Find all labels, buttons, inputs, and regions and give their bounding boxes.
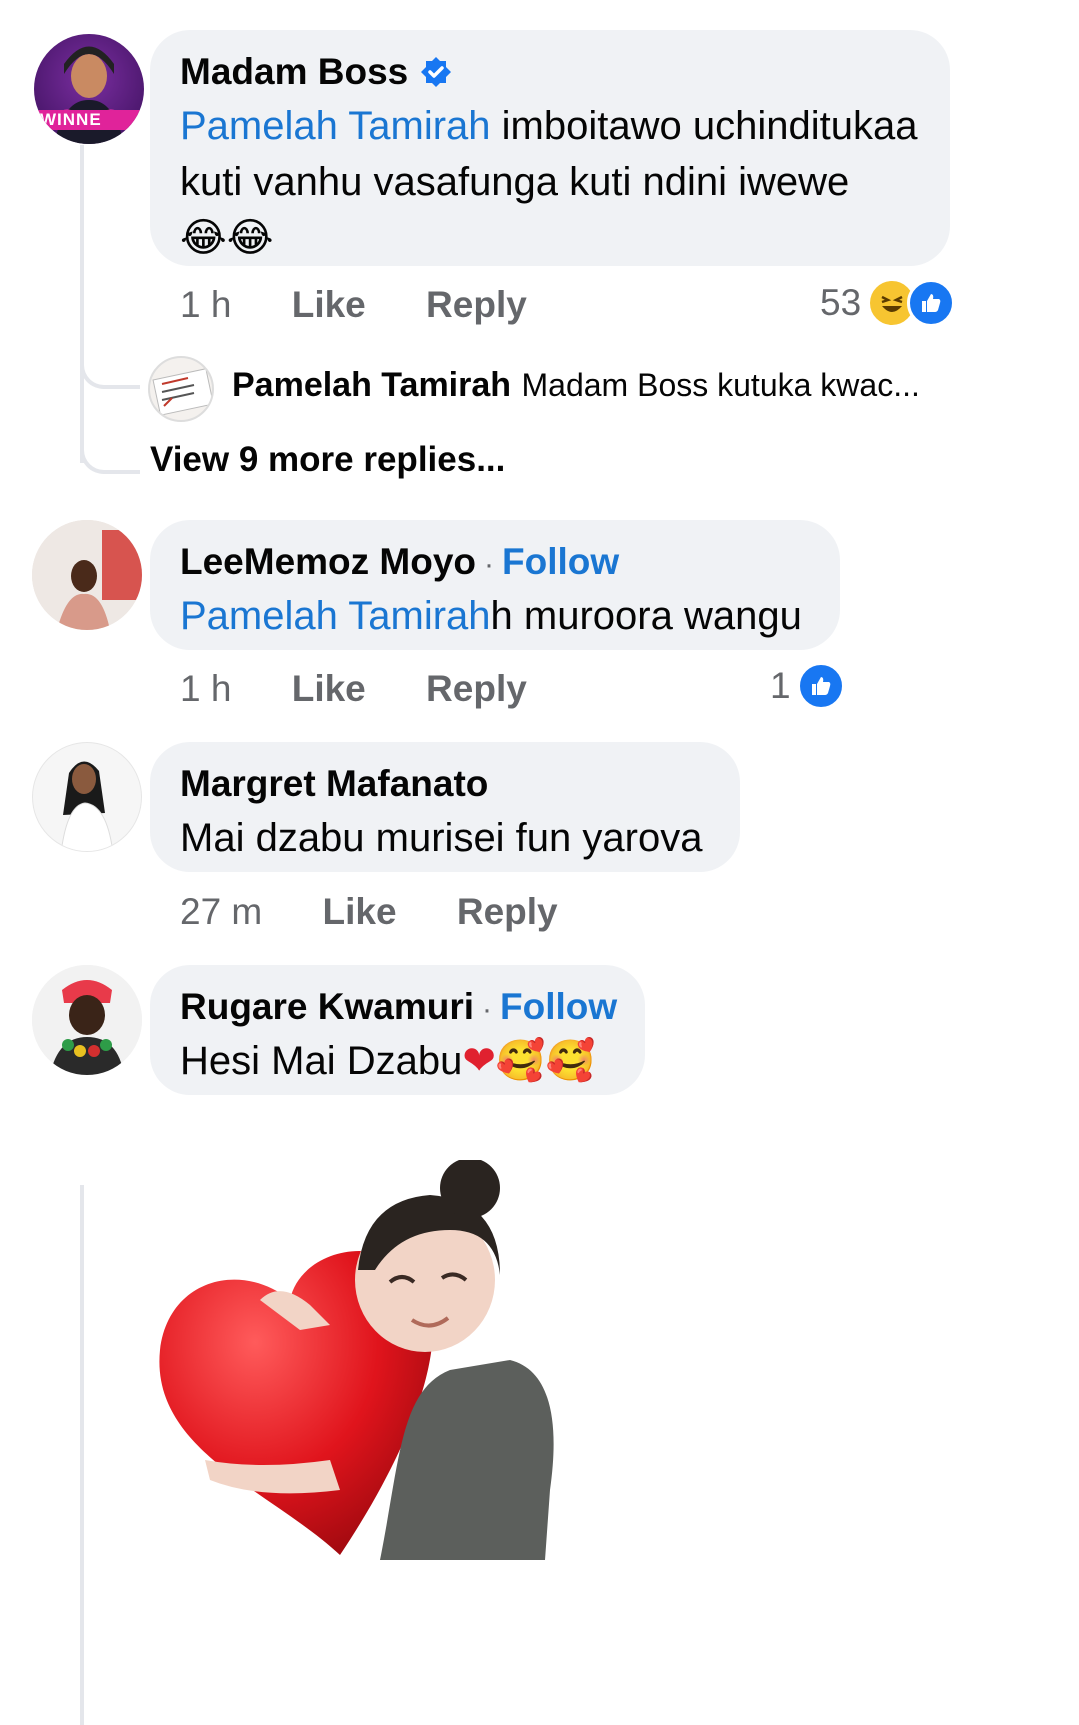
comment-text: Pamelah Tamirahh muroora wangu: [180, 588, 802, 644]
reply-button[interactable]: Reply: [426, 668, 527, 709]
avatar-madam-boss[interactable]: WINNE: [34, 34, 144, 144]
comment-emojis: 😂😂: [180, 215, 274, 261]
comment-text-line1: imboitawo uchinditukaa: [490, 104, 918, 148]
comment-author-name[interactable]: Margret Mafanato: [180, 762, 488, 806]
comment-actions-madam-boss: 1 h Like Reply: [180, 284, 577, 326]
like-button[interactable]: Like: [292, 284, 366, 325]
like-button[interactable]: Like: [292, 668, 366, 709]
like-reaction-icon: [796, 662, 845, 710]
comment-author-name[interactable]: LeeMemoz Moyo: [180, 541, 476, 582]
follow-button[interactable]: Follow: [502, 541, 619, 582]
comment-text: Mai dzabu murisei fun yarova: [180, 816, 703, 860]
comment-text-body: Hesi Mai Dzabu: [180, 1039, 463, 1083]
mention-link[interactable]: Pamelah Tamirah: [180, 594, 491, 638]
avatar-margret-mafanato[interactable]: [32, 742, 142, 852]
mention-link[interactable]: Pamelah Tamirah: [180, 104, 491, 148]
thread-line-1: [80, 145, 84, 463]
separator-dot: ·: [482, 993, 493, 1026]
comment-author-name[interactable]: Madam Boss: [180, 50, 408, 94]
comment-actions-leememoz: 1 h Like Reply: [180, 668, 577, 710]
comment-time[interactable]: 1 h: [180, 668, 231, 709]
comment-bubble-madam-boss[interactable]: Madam Boss Pamelah Tamirah imboitawo uch…: [150, 30, 950, 266]
comment-text-body: h muroora wangu: [490, 594, 802, 638]
avatar-pamelah-tamirah[interactable]: [148, 356, 214, 422]
avatar-rugare-portrait: [32, 965, 142, 1075]
view-more-replies[interactable]: View 9 more replies...: [150, 440, 505, 480]
comment-time[interactable]: 1 h: [180, 284, 231, 325]
separator-dot: ·: [484, 548, 495, 581]
avatar-banner-text: WINNE: [40, 110, 102, 129]
reaction-summary-leememoz[interactable]: 1: [770, 662, 845, 710]
comment-text-line2: kuti vanhu vasafunga kuti ndini iwewe: [180, 160, 850, 204]
sticker-hug-heart[interactable]: [150, 1158, 580, 1560]
comment-bubble-leememoz[interactable]: LeeMemoz Moyo · Follow Pamelah Tamirahh mu…: [150, 520, 840, 650]
reaction-count: 1: [770, 665, 791, 706]
thread-branch-1: [80, 355, 140, 389]
comment-bubble-rugare[interactable]: Rugare Kwamuri · Follow Hesi Mai Dzabu❤🥰🥰: [150, 965, 645, 1095]
avatar-leememoz-moyo[interactable]: [32, 520, 142, 630]
reaction-count: 53: [820, 282, 862, 323]
reply-author-name[interactable]: Pamelah Tamirah: [232, 366, 511, 404]
reaction-summary-madam-boss[interactable]: 53: [820, 278, 956, 328]
like-button[interactable]: Like: [323, 891, 397, 932]
reply-preview[interactable]: Pamelah Tamirah Madam Boss kutuka kwac..…: [232, 366, 920, 405]
comment-text: Pamelah Tamirah imboitawo uchinditukaa k…: [180, 98, 940, 266]
avatar-rugare-kwamuri[interactable]: [32, 965, 142, 1075]
comment-bubble-margret[interactable]: Margret Mafanato Mai dzabu murisei fun y…: [150, 742, 740, 872]
comment-emojis: ❤🥰🥰: [462, 1038, 596, 1084]
thread-line-4: [80, 1185, 84, 1725]
thread-branch-2: [80, 440, 140, 474]
comment-author-name[interactable]: Rugare Kwamuri: [180, 986, 474, 1027]
sticker-hug-heart-icon: [159, 1158, 554, 1560]
reply-button[interactable]: Reply: [426, 284, 527, 325]
like-reaction-icon: [907, 279, 956, 327]
reply-button[interactable]: Reply: [457, 891, 558, 932]
follow-button[interactable]: Follow: [500, 986, 617, 1027]
verified-badge-icon: [420, 56, 452, 88]
comment-time[interactable]: 27 m: [180, 891, 262, 932]
reply-preview-text: Madam Boss kutuka kwac...: [521, 367, 920, 403]
avatar-leememoz-portrait: [32, 520, 142, 630]
comment-actions-margret: 27 m Like Reply: [180, 891, 608, 933]
avatar-margret-portrait: [60, 761, 114, 851]
avatar-pamelah-sign: [152, 368, 212, 416]
comment-text: Hesi Mai Dzabu❤🥰🥰: [180, 1033, 595, 1089]
